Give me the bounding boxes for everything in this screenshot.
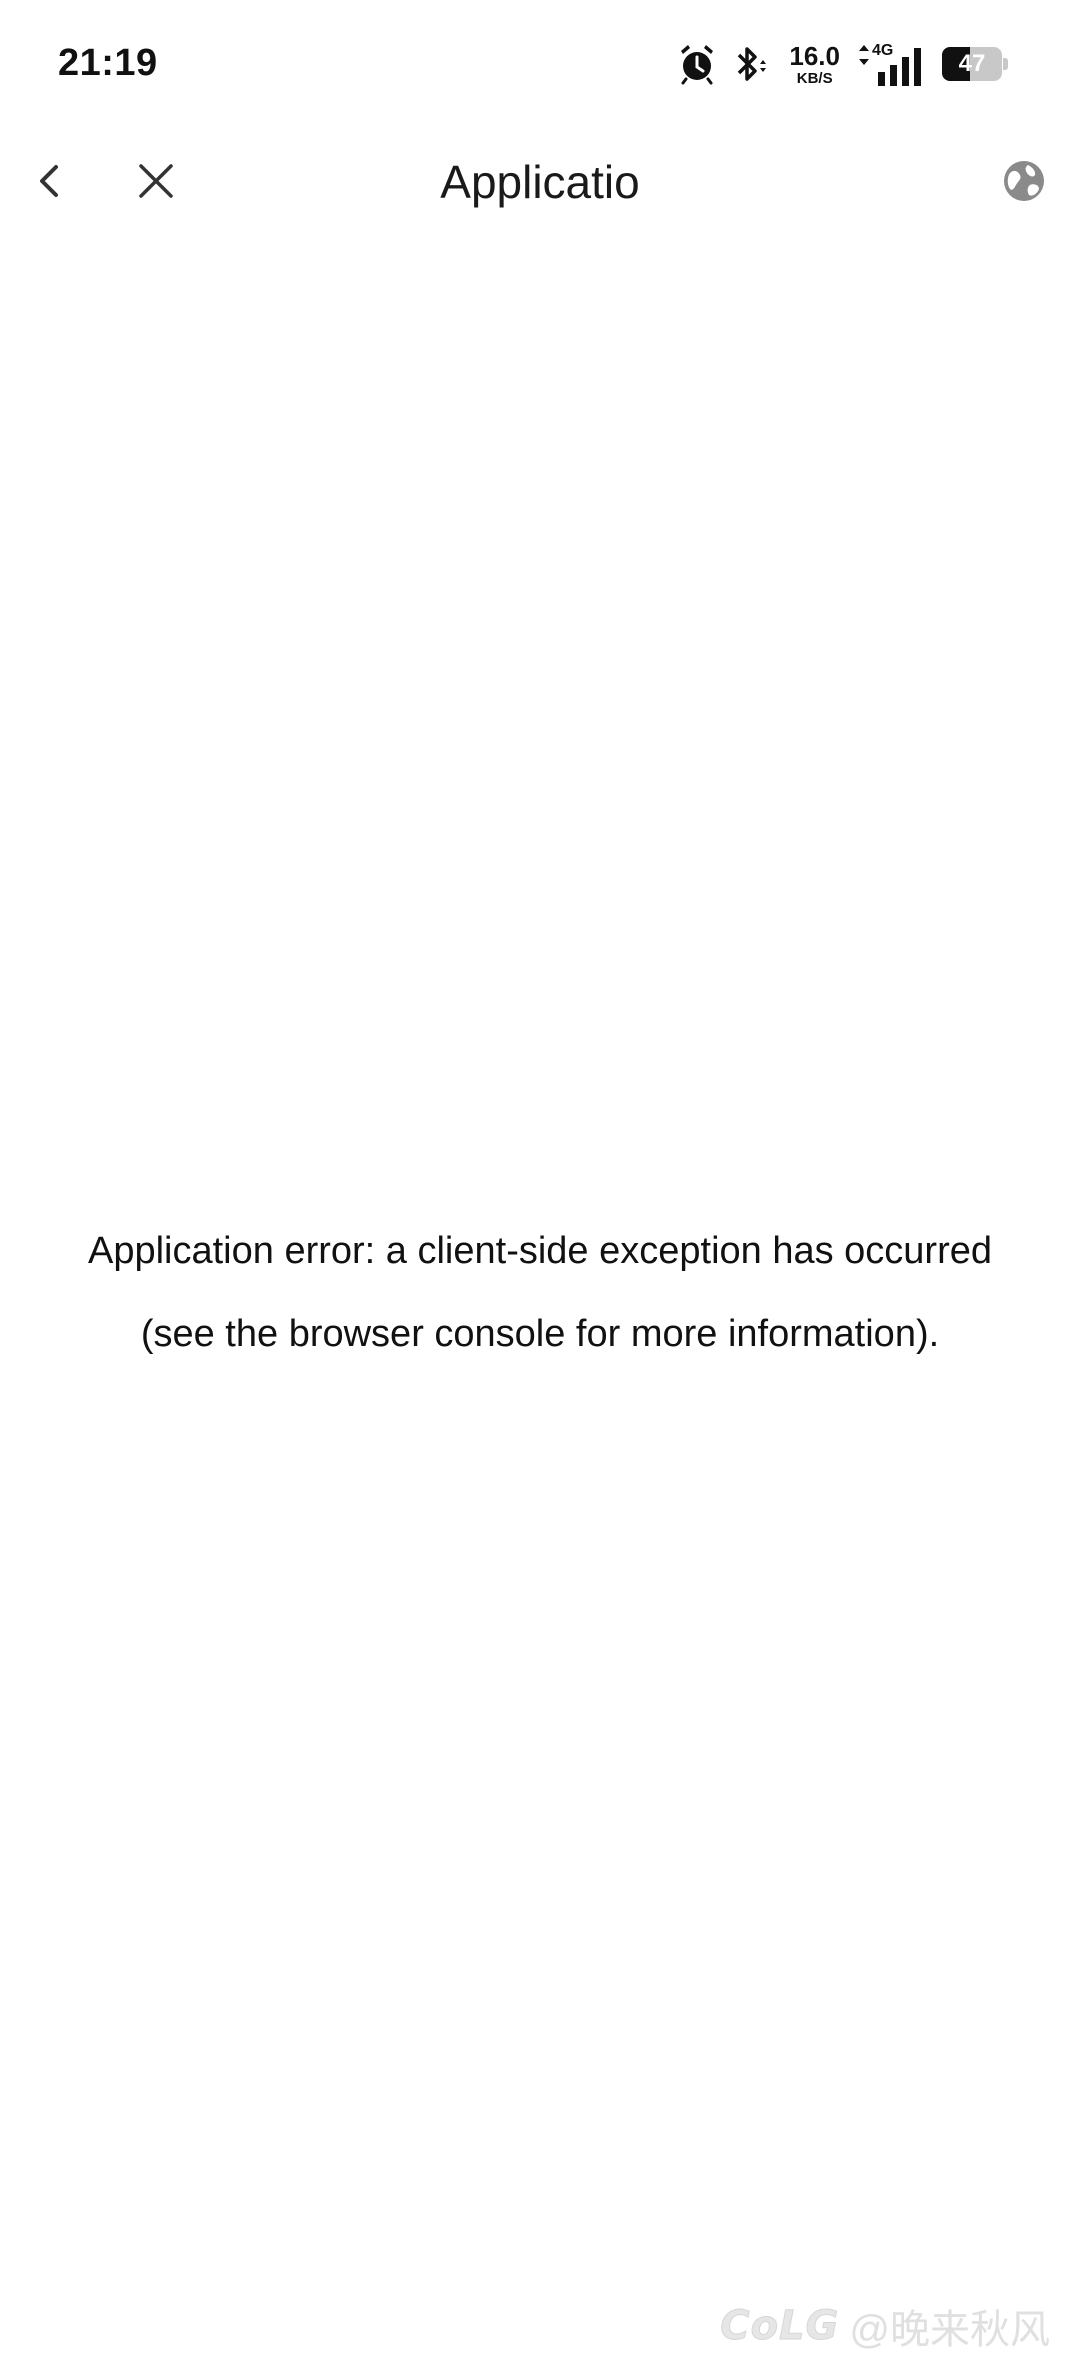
page-title: Applicatio <box>440 156 640 208</box>
watermark-logo: CoLG <box>720 2303 840 2350</box>
error-line-2: (see the browser console for more inform… <box>140 1313 940 1355</box>
site-info-button[interactable] <box>988 147 1060 219</box>
status-time: 21:19 <box>58 42 158 84</box>
watermark-user: @晚来秋风 <box>849 2308 1050 2352</box>
status-bar: 21:19 16.0 KB/S 4G 47 <box>0 0 1080 120</box>
cellular-status: 4G <box>858 42 928 86</box>
close-button[interactable] <box>120 147 192 219</box>
watermark: CoLG @晚来秋风 <box>720 2297 1050 2355</box>
alarm-icon <box>677 43 717 85</box>
network-speed-value: 16.0 <box>789 40 840 71</box>
signal-icon <box>876 46 926 86</box>
error-message: Application error: a client-side excepti… <box>30 1210 1050 1376</box>
data-arrows-icon <box>858 44 870 66</box>
status-icons: 16.0 KB/S 4G 47 <box>677 38 1008 90</box>
close-icon <box>136 161 176 206</box>
network-speed: 16.0 KB/S <box>789 43 840 86</box>
back-button[interactable] <box>14 147 86 219</box>
bluetooth-icon <box>731 43 771 85</box>
battery-level: 47 <box>958 50 986 77</box>
globe-icon <box>1002 159 1046 208</box>
chevron-left-icon <box>30 161 70 206</box>
browser-toolbar: Applicatio <box>0 125 1080 240</box>
app-screen: 21:19 16.0 KB/S 4G 47 Applicatio Applica… <box>0 0 1080 2375</box>
error-line-1: Application error: a client-side excepti… <box>87 1230 993 1272</box>
battery-icon: 47 <box>942 47 1008 81</box>
network-speed-unit: KB/S <box>796 69 833 87</box>
